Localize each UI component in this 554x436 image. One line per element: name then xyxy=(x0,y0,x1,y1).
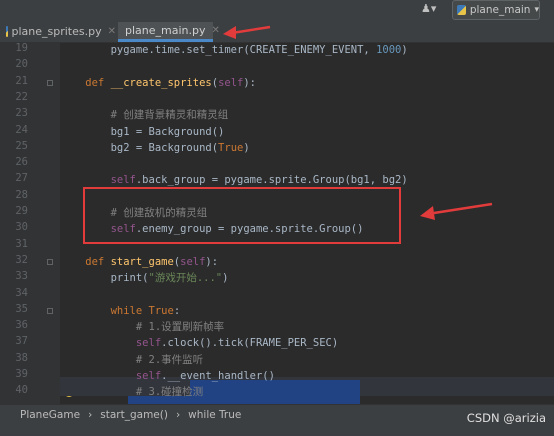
code-token: self xyxy=(218,76,244,89)
highlight-box xyxy=(83,187,401,244)
line-number: 33 xyxy=(15,270,28,283)
code-line[interactable]: # 创建背景精灵和精灵组 xyxy=(60,107,229,123)
tab-plane-main[interactable]: plane_main.py ✕ xyxy=(118,22,220,42)
code-token: ): xyxy=(205,255,219,268)
line-number: 21 xyxy=(15,74,28,87)
code-token: bg2 = Background( xyxy=(60,141,219,154)
line-number: 23 xyxy=(15,107,28,120)
code-token: # 2.事件监听 xyxy=(60,353,204,366)
line-number: 34 xyxy=(15,286,28,299)
code-token: True xyxy=(218,141,244,154)
line-number: 39 xyxy=(15,368,28,380)
code-token: self xyxy=(180,255,206,268)
code-token: self xyxy=(60,337,162,350)
line-number: 20 xyxy=(15,58,28,71)
editor-tabs: plane_sprites.py ✕ plane_main.py ✕ xyxy=(0,20,554,43)
code-token: .__event_handler() xyxy=(161,370,275,382)
code-line[interactable]: self.back_group = pygame.sprite.Group(bg… xyxy=(60,172,408,188)
breadcrumb-item[interactable]: start_game() xyxy=(100,409,168,421)
line-number: 38 xyxy=(15,351,28,364)
code-token: # 3.碰撞检测 xyxy=(60,386,204,399)
line-number-gutter: 19 20 21 22 23 24 25 26 27 28 29 30 31 32 33 34 35 36 37 38… xyxy=(0,42,74,404)
line-number: 30 xyxy=(15,221,28,234)
breadcrumb-separator: › xyxy=(175,409,181,421)
line-number: 32 xyxy=(15,253,28,266)
code-token: .back_group = pygame.sprite.Group(bg1, b… xyxy=(135,174,408,187)
code-line[interactable]: while True: xyxy=(60,303,181,319)
watermark: CSDN @arizia xyxy=(466,411,546,425)
tab-label: plane_main.py xyxy=(125,24,206,37)
code-line[interactable]: bg2 = Background(True) xyxy=(60,140,250,156)
fold-marker-icon[interactable] xyxy=(47,258,53,265)
code-token: pygame.time.set_timer(CREATE_ENEMY_EVENT… xyxy=(60,44,377,56)
code-line[interactable]: # 2.事件监听 xyxy=(60,352,203,368)
code-token: # 创建背景精灵和精灵组 xyxy=(60,109,229,122)
line-number: 22 xyxy=(15,90,28,103)
code-token: : xyxy=(173,304,181,317)
chevron-down-icon: ▾ xyxy=(534,5,539,15)
line-number: 19 xyxy=(15,42,28,54)
code-token: self xyxy=(60,174,136,187)
code-token: while xyxy=(60,304,149,317)
code-line[interactable]: self.clock().tick(FRAME_PER_SEC) xyxy=(60,335,338,351)
line-number: 27 xyxy=(15,172,28,185)
code-line[interactable]: # 3.碰撞检测 xyxy=(60,384,203,400)
code-token: print( xyxy=(60,272,149,285)
code-line[interactable]: def start_game(self): xyxy=(60,254,218,270)
tab-plane-sprites[interactable]: plane_sprites.py ✕ xyxy=(2,22,116,41)
close-icon[interactable]: ✕ xyxy=(108,26,116,37)
fold-marker-icon[interactable] xyxy=(47,307,53,314)
python-icon xyxy=(457,5,466,15)
line-number: 29 xyxy=(15,205,28,217)
code-line[interactable]: pygame.time.set_timer(CREATE_ENEMY_EVENT… xyxy=(60,42,408,58)
code-token: ) xyxy=(243,141,250,154)
code-line[interactable]: bg1 = Background() xyxy=(60,124,225,140)
code-token: .clock().tick(FRAME_PER_SEC) xyxy=(161,337,339,350)
line-number: 26 xyxy=(15,156,28,169)
code-token: __create_sprites xyxy=(110,76,212,89)
line-number: 37 xyxy=(15,335,28,348)
code-token: self xyxy=(60,370,162,382)
line-number: 40 xyxy=(15,384,28,397)
code-line[interactable]: def __create_sprites(self): xyxy=(60,75,256,91)
line-number: 31 xyxy=(15,237,28,250)
status-bar xyxy=(0,424,554,436)
code-line[interactable]: self.__event_handler() xyxy=(60,368,275,384)
code-token: def xyxy=(60,76,111,89)
close-icon[interactable]: ✕ xyxy=(212,25,220,36)
code-token: # 1.设置刷新帧率 xyxy=(60,321,225,334)
code-line[interactable]: # 1.设置刷新帧率 xyxy=(60,319,224,335)
breadcrumb-separator: › xyxy=(88,409,93,421)
code-token: def xyxy=(60,255,111,268)
code-token: bg1 = Background() xyxy=(60,125,225,138)
code-token: ) xyxy=(401,44,408,56)
line-number: 28 xyxy=(15,188,28,201)
code-token: "游戏开始..." xyxy=(148,272,223,285)
python-file-icon xyxy=(6,26,9,37)
breadcrumb-item[interactable]: PlaneGame xyxy=(20,409,80,421)
code-token: ) xyxy=(222,272,229,285)
code-token: True xyxy=(148,304,174,317)
run-configuration-select[interactable]: plane_main ▾ xyxy=(452,0,540,20)
line-number: 25 xyxy=(15,139,28,152)
line-number: 36 xyxy=(15,319,28,332)
breadcrumb-item[interactable]: while True xyxy=(188,409,241,421)
code-token: ): xyxy=(243,76,257,89)
toolbar: ♟▾ plane_main ▾ xyxy=(0,0,554,20)
code-token: 1000 xyxy=(376,44,402,56)
code-line[interactable]: print("游戏开始...") xyxy=(60,270,229,286)
user-menu-icon[interactable]: ♟▾ xyxy=(421,2,436,15)
line-number: 24 xyxy=(15,123,28,136)
tab-label: plane_sprites.py xyxy=(11,25,102,38)
code-token: start_game xyxy=(110,255,174,268)
run-configuration-label: plane_main xyxy=(469,4,531,16)
fold-marker-icon[interactable] xyxy=(47,79,53,86)
line-number: 35 xyxy=(15,302,28,315)
